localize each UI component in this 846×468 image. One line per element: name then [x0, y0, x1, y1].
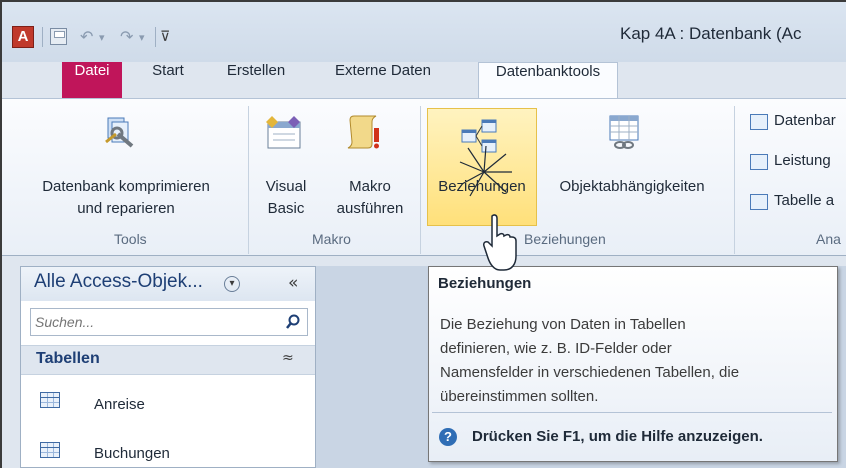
visual-basic-label-1: Visual: [265, 178, 307, 195]
undo-icon[interactable]: ↶: [80, 27, 93, 46]
compact-repair-label-2: und reparieren: [77, 200, 175, 217]
run-macro-icon: [347, 115, 379, 149]
search-box[interactable]: [30, 308, 308, 336]
list-item[interactable]: [40, 442, 60, 458]
compact-repair-button[interactable]: [100, 112, 140, 156]
object-dependencies-icon: [609, 115, 639, 149]
tooltip-help-text: Drücken Sie F1, um die Hilfe anzuzeigen.: [472, 428, 763, 445]
collapse-pane-icon[interactable]: «: [288, 273, 298, 293]
database-documenter-button[interactable]: Datenbar: [774, 112, 836, 129]
tab-datei[interactable]: Datei: [62, 62, 122, 98]
nav-menu-dropdown-icon[interactable]: ▾: [224, 276, 240, 292]
group-label-beziehungen: Beziehungen: [524, 231, 606, 247]
visual-basic-icon: [266, 116, 301, 149]
table-icon: [40, 392, 60, 408]
analyze-table-icon: [750, 194, 768, 210]
qa-separator: [155, 27, 156, 47]
group-label-makro: Makro: [312, 231, 351, 247]
analyze-performance-icon: [750, 154, 768, 170]
compact-repair-icon: [105, 117, 134, 148]
help-icon: ?: [439, 428, 457, 446]
table-icon: [40, 442, 60, 458]
object-dependencies-label: Objektabhängigkeiten: [559, 178, 705, 195]
group-label-analyze: Ana: [816, 231, 841, 247]
tooltip-line: definieren, wie z. B. ID-Felder oder: [440, 340, 672, 357]
run-macro-button[interactable]: [344, 112, 384, 156]
group-separator: [734, 106, 735, 254]
visual-basic-button[interactable]: [264, 112, 304, 156]
list-item-label[interactable]: Anreise: [94, 396, 145, 413]
tab-erstellen[interactable]: Erstellen: [214, 62, 298, 98]
nav-pane-title[interactable]: Alle Access-Objek...: [34, 271, 203, 293]
list-item-label[interactable]: Buchungen: [94, 445, 170, 462]
tooltip-line: übereinstimmen sollten.: [440, 388, 599, 405]
undo-dropdown-icon[interactable]: ▾: [99, 31, 105, 44]
group-separator: [248, 106, 249, 254]
access-app-icon[interactable]: A: [12, 26, 34, 48]
list-item[interactable]: [40, 392, 60, 408]
group-separator: [420, 106, 421, 254]
database-documenter-icon: [750, 114, 768, 130]
run-macro-label-1: Makro: [349, 178, 391, 195]
qa-separator: [42, 27, 43, 47]
visual-basic-label-2: Basic: [267, 200, 305, 217]
tab-start[interactable]: Start: [138, 62, 198, 98]
analyze-performance-button[interactable]: Leistung: [774, 152, 831, 169]
run-macro-label-2: ausführen: [336, 200, 404, 217]
tooltip-line: Die Beziehung von Daten in Tabellen: [440, 316, 686, 333]
object-dependencies-button[interactable]: [604, 112, 644, 156]
tooltip-line: Namensfelder in verschiedenen Tabellen, …: [440, 364, 740, 381]
window-title: Kap 4A : Datenbank (Ac: [620, 24, 802, 43]
search-input[interactable]: [35, 312, 275, 332]
redo-dropdown-icon[interactable]: ▾: [139, 31, 145, 44]
search-icon[interactable]: [285, 314, 301, 330]
group-collapse-icon[interactable]: ≈: [282, 350, 294, 366]
group-label-tools: Tools: [114, 231, 147, 247]
compact-repair-label-1: Datenbank komprimieren: [42, 178, 210, 195]
nav-group-title[interactable]: Tabellen: [36, 350, 100, 368]
tooltip-divider: [432, 412, 832, 413]
save-icon[interactable]: [50, 28, 67, 45]
tab-datenbanktools[interactable]: Datenbanktools: [478, 62, 618, 100]
redo-icon[interactable]: ↷: [120, 27, 133, 46]
tab-externe-daten[interactable]: Externe Daten: [318, 62, 448, 98]
analyze-table-button[interactable]: Tabelle a: [774, 192, 834, 209]
ribbon-tab-row: Datei Start Erstellen Externe Daten Date…: [2, 62, 846, 100]
mouse-pointer-icon: [483, 214, 517, 271]
customize-qa-icon[interactable]: ⊽: [160, 29, 170, 45]
